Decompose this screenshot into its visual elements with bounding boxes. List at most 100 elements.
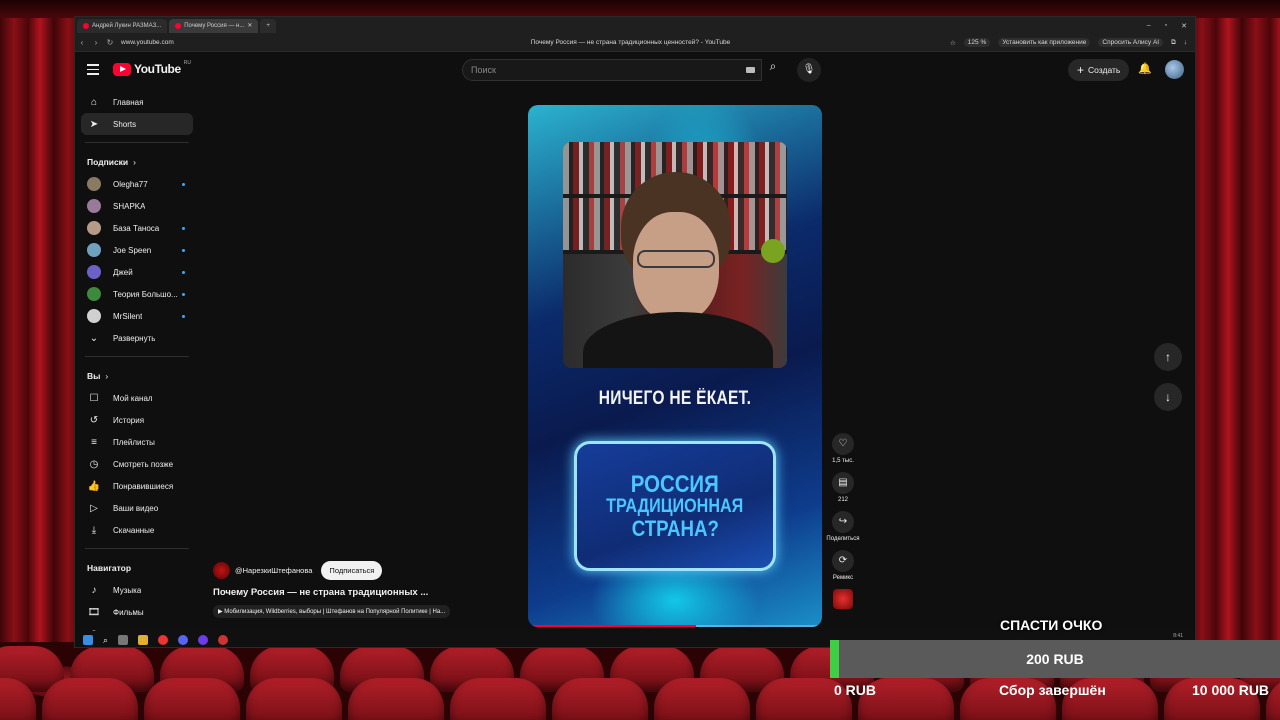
sidebar-item-label: Плейлисты — [113, 437, 155, 447]
sidebar-item-download[interactable]: ⤓ Скачанные — [81, 519, 193, 541]
channel-avatar[interactable] — [213, 562, 230, 579]
like-action[interactable]: ♡ 1,5 тыс. — [823, 433, 863, 464]
playlist-link[interactable]: ▶ Мобилизация, Wildberries, выборы | Ште… — [213, 605, 451, 618]
obs-icon[interactable] — [218, 635, 229, 645]
back-icon[interactable]: ‹ — [75, 38, 89, 47]
keyboard-icon[interactable] — [746, 67, 755, 73]
card-line: РОССИЯ — [630, 470, 720, 498]
yandex-browser-icon[interactable] — [158, 635, 169, 645]
close-icon[interactable]: ✕ — [1181, 22, 1187, 30]
maximize-icon[interactable]: ▫ — [1165, 22, 1167, 30]
sidebar-item-shorts[interactable]: ➤ Shorts — [81, 113, 193, 135]
channel-avatar — [87, 199, 101, 213]
reload-icon[interactable]: ↻ — [103, 38, 117, 47]
tab-current[interactable]: Почему Россия — н... ✕ — [169, 18, 259, 33]
channel-avatar — [87, 309, 101, 323]
extensions-icon[interactable]: ⧉ — [1171, 39, 1176, 47]
new-tab-button[interactable]: + — [260, 18, 276, 33]
sidebar-item-playlists[interactable]: ≡ Плейлисты — [81, 431, 193, 453]
voice-search-button[interactable]: 🎙 — [797, 58, 821, 82]
chevron-right-icon: › — [133, 157, 136, 167]
sidebar-item-label: История — [113, 415, 145, 425]
new-content-indicator — [182, 314, 185, 318]
subscriptions-header[interactable]: Подписки › — [81, 151, 193, 173]
bookmark-icon[interactable]: ☆ — [950, 39, 956, 47]
video-frame — [563, 142, 787, 368]
you-header[interactable]: Вы › — [81, 365, 193, 387]
account-avatar[interactable] — [1165, 60, 1184, 79]
sidebar-item-music[interactable]: ♪ Музыка — [81, 579, 193, 601]
sidebar-item-subscription[interactable]: MrSilent — [81, 305, 193, 327]
subscribe-button[interactable]: Подписаться — [321, 561, 383, 580]
sidebar-item-subscription[interactable]: SHAPKA — [81, 195, 193, 217]
video-progress-bar[interactable] — [528, 625, 822, 627]
sidebar-item-movies[interactable]: 🎞 Фильмы — [81, 601, 193, 623]
tab-bar: Андрей Лукин РАЗМАЗ... Почему Россия — н… — [75, 17, 1195, 34]
sidebar-item-history[interactable]: ↺ История — [81, 409, 193, 431]
sidebar-item-home[interactable]: ⌂ Главная — [81, 91, 193, 113]
ask-alice-button[interactable]: Спросить Алису AI — [1098, 38, 1164, 47]
windows-start-icon[interactable] — [83, 635, 93, 645]
short-player[interactable]: НИЧЕГО НЕ ЁКАЕТ. РОССИЯ ТРАДИЦИОННАЯ СТР… — [528, 105, 822, 627]
download-icon[interactable]: ↓ — [1184, 39, 1187, 46]
channel-thumbnail[interactable] — [833, 589, 853, 609]
navigator-header: Навигатор — [81, 557, 193, 579]
forward-icon[interactable]: › — [89, 38, 103, 47]
sidebar-item-channel[interactable]: ☐ Мой канал — [81, 387, 193, 409]
shorts-icon: ➤ — [89, 118, 99, 130]
url-field[interactable]: www.youtube.com — [121, 39, 311, 46]
sidebar-item-label: Скачанные — [113, 525, 155, 535]
search-icon[interactable]: ⌕ — [103, 635, 108, 646]
zoom-level[interactable]: 125 % — [963, 38, 991, 47]
menu-icon[interactable] — [87, 64, 99, 75]
like-icon: 👍 — [87, 480, 101, 492]
app-icon[interactable] — [198, 635, 209, 645]
plus-icon: + — [1077, 63, 1085, 77]
question-card: РОССИЯ ТРАДИЦИОННАЯ СТРАНА? — [574, 441, 776, 571]
comments-action[interactable]: ▤ 212 — [823, 472, 863, 503]
divider — [85, 142, 189, 143]
sidebar-item-subscription[interactable]: Olegha77 — [81, 173, 193, 195]
expand-button[interactable]: ⌄ Развернуть — [81, 327, 193, 349]
next-short-button[interactable]: ↓ — [1154, 383, 1182, 411]
tab-music[interactable]: Андрей Лукин РАЗМАЗ... — [77, 18, 168, 33]
task-view-icon[interactable] — [118, 635, 129, 645]
history-icon: ↺ — [89, 414, 99, 426]
sidebar-item-subscription[interactable]: Теория Большо... — [81, 283, 193, 305]
channel-avatar — [87, 265, 101, 279]
notifications-icon[interactable]: 🔔 — [1138, 62, 1152, 75]
share-action[interactable]: ↪ Поделиться — [823, 511, 863, 542]
search-input[interactable]: Поиск — [462, 59, 762, 81]
sidebar-item-subscription[interactable]: База Таноса — [81, 217, 193, 239]
discord-icon[interactable] — [178, 635, 189, 645]
short-title[interactable]: Почему Россия — не страна традиционных .… — [213, 587, 483, 598]
channel-name[interactable]: @НарезкиШтефанова — [235, 566, 312, 575]
sidebar-item-your-videos[interactable]: ▷ Ваши видео — [81, 497, 193, 519]
tab-label: Андрей Лукин РАЗМАЗ... — [92, 22, 162, 29]
sidebar-item-like[interactable]: 👍 Понравившиеся — [81, 475, 193, 497]
sidebar-item-label: Главная — [113, 97, 144, 107]
create-button[interactable]: + Создать — [1068, 59, 1130, 81]
glasses — [637, 250, 715, 268]
donation-current: 200 RUB — [1026, 651, 1084, 667]
channel-avatar — [87, 177, 101, 191]
share-icon: ↪ — [832, 511, 854, 533]
sidebar-item-subscription[interactable]: Joe Speen — [81, 239, 193, 261]
tab-close-icon[interactable]: ✕ — [247, 22, 252, 29]
sidebar-item-watch-later[interactable]: ◷ Смотреть позже — [81, 453, 193, 475]
sidebar-item-label: Развернуть — [113, 333, 156, 343]
search-button[interactable]: ⌕ — [760, 59, 786, 81]
like-icon: ♡ — [832, 433, 854, 455]
previous-short-button[interactable]: ↑ — [1154, 343, 1182, 371]
sidebar-item-subscription[interactable]: Джей — [81, 261, 193, 283]
card-line: СТРАНА? — [631, 516, 719, 542]
remix-action[interactable]: ⟳ Ремикс — [823, 550, 863, 581]
divider — [85, 356, 189, 357]
youtube-logo[interactable]: YouTube RU — [113, 60, 191, 76]
minimize-icon[interactable]: – — [1147, 22, 1151, 30]
comment-count: 212 — [837, 497, 848, 503]
install-app-button[interactable]: Установить как приложение — [998, 38, 1091, 47]
cinema-seat — [0, 678, 36, 720]
folder-icon[interactable] — [138, 635, 149, 645]
like-count: 1,5 тыс. — [832, 458, 854, 464]
